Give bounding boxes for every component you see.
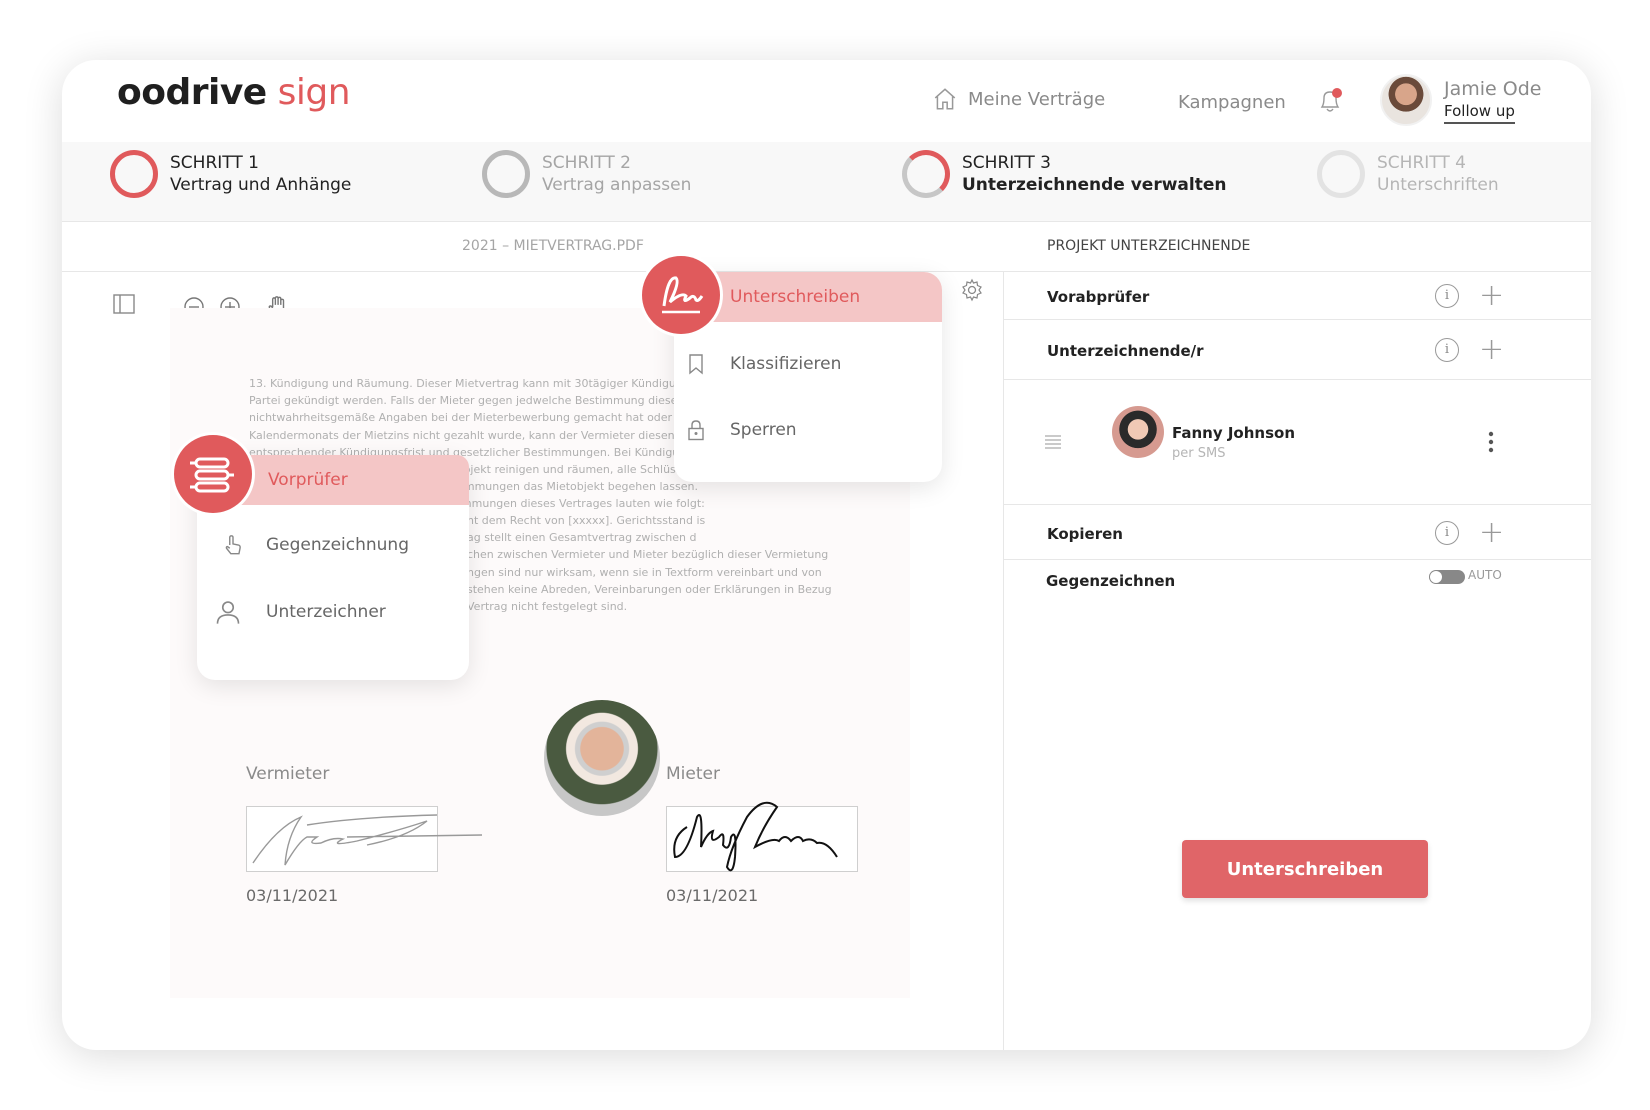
settings-gear-icon[interactable] (960, 278, 984, 302)
follow-up-link[interactable]: Follow up (1444, 102, 1515, 124)
step-3-number: SCHRITT 3 (962, 153, 1051, 173)
copy-section: Kopieren i + (1003, 505, 1591, 560)
logo-product: sign (266, 72, 351, 113)
user-name: Jamie Ode (1444, 78, 1542, 100)
sign-button[interactable]: Unterschreiben (1182, 840, 1428, 898)
reviewer-flow-icon (190, 457, 234, 493)
copy-add-icon[interactable]: + (1479, 518, 1504, 548)
touch-icon (225, 535, 241, 555)
step-2-ring-icon (482, 150, 530, 198)
panel-title: PROJEKT UNTERZEICHNENDE (1047, 238, 1251, 254)
signer-avatar (1112, 406, 1164, 458)
step-3[interactable]: SCHRITT 3 Unterzeichnende verwalten (902, 150, 1227, 198)
step-1-ring-icon (110, 150, 158, 198)
action-menu-item-sign[interactable]: Unterschreiben (702, 272, 942, 322)
document-filename: 2021 – MIETVERTRAG.PDF (462, 238, 644, 254)
action-menu-item-lock-label: Sperren (730, 420, 797, 440)
step-2-number: SCHRITT 2 (542, 153, 631, 173)
document-line: ngen sind nur wirksam, wenn sie in Textf… (467, 565, 822, 579)
countersign-title: Gegenzeichnen (1046, 572, 1176, 590)
document-line: chen zwischen Vermieter und Mieter bezüg… (467, 548, 829, 562)
nav-campaigns-link[interactable]: Kampagnen (1178, 92, 1286, 113)
reviewer-badge (174, 435, 252, 513)
user-avatar[interactable] (1380, 74, 1432, 126)
step-1-number: SCHRITT 1 (170, 153, 259, 173)
landlord-date: 03/11/2021 (246, 886, 339, 905)
tenant-signature-image (673, 801, 838, 872)
role-menu-item-countersign-label: Gegenzeichnung (266, 535, 409, 555)
role-menu-item-countersign[interactable]: Gegenzeichnung (220, 532, 409, 558)
role-menu-item-signer[interactable]: Unterzeichner (214, 598, 386, 626)
step-3-title: Unterzeichnende verwalten (962, 175, 1227, 195)
role-menu-item-reviewer-label: Vorprüfer (268, 470, 348, 490)
signer-row[interactable]: Fanny Johnson per SMS (1003, 380, 1591, 505)
document-line: stehen keine Abreden, Vereinbarungen ode… (467, 582, 832, 596)
action-menu-item-lock[interactable]: Sperren (684, 418, 797, 442)
reviewers-title: Vorabprüfer (1047, 288, 1150, 306)
document-line: Vertrag nicht festgelegt sind. (467, 600, 628, 614)
signature-badge (642, 256, 720, 334)
landlord-label: Vermieter (246, 764, 330, 784)
step-4[interactable]: SCHRITT 4 Unterschriften (1317, 150, 1499, 198)
document-text-right: nt dem Recht von [xxxxx]. Gerichtsstand … (467, 512, 867, 615)
sidebar-toggle-icon[interactable] (112, 292, 136, 316)
step-2[interactable]: SCHRITT 2 Vertrag anpassen (482, 150, 691, 198)
document-line: ag stellt einen Gesamtvertrag zwischen d (467, 531, 697, 545)
action-menu-item-sign-label: Unterschreiben (730, 287, 861, 307)
step-1[interactable]: SCHRITT 1 Vertrag und Anhänge (110, 150, 351, 198)
copy-info-icon[interactable]: i (1435, 521, 1459, 545)
signers-add-icon[interactable]: + (1479, 335, 1504, 365)
signers-info-icon[interactable]: i (1435, 338, 1459, 362)
more-options-icon[interactable] (1487, 430, 1495, 454)
step-1-title: Vertrag und Anhänge (170, 175, 352, 195)
copy-title: Kopieren (1047, 525, 1123, 543)
reviewers-section: Vorabprüfer i + (1003, 272, 1591, 320)
tenant-avatar (544, 700, 660, 816)
logo[interactable]: oodrive sign (117, 72, 351, 113)
auto-countersign-toggle[interactable] (1429, 570, 1465, 584)
steps-bar: SCHRITT 1 Vertrag und Anhänge SCHRITT 2 … (62, 142, 1591, 222)
logo-brand: oodrive (117, 72, 267, 113)
bookmark-icon (689, 354, 703, 375)
step-4-number: SCHRITT 4 (1377, 153, 1466, 173)
app-window: oodrive sign Meine Verträge Kampagnen Ja… (62, 60, 1591, 1050)
home-icon (934, 88, 956, 110)
document-line: nt dem Recht von [xxxxx]. Gerichtsstand … (467, 514, 706, 527)
action-menu-item-classify[interactable]: Klassifizieren (684, 352, 841, 376)
tenant-date: 03/11/2021 (666, 886, 759, 905)
step-3-ring-icon (902, 150, 950, 198)
action-menu-item-classify-label: Klassifizieren (730, 354, 842, 374)
toggle-label: AUTO (1468, 568, 1502, 582)
bell-icon[interactable] (1315, 86, 1345, 116)
subheader: 2021 – MIETVERTRAG.PDF PROJEKT UNTERZEIC… (62, 222, 1591, 272)
tenant-signature-field[interactable] (666, 801, 858, 872)
signers-section: Unterzeichnende/r i + (1003, 320, 1591, 380)
signer-name: Fanny Johnson (1172, 424, 1296, 442)
nav-home-link[interactable]: Meine Verträge (932, 86, 1105, 112)
person-icon (216, 601, 240, 624)
notification-dot (1332, 88, 1342, 98)
step-4-ring-icon (1317, 150, 1365, 198)
drag-handle-icon[interactable] (1043, 432, 1063, 452)
nav-home-label: Meine Verträge (968, 88, 1106, 110)
role-menu-item-reviewer[interactable]: Vorprüfer (232, 455, 469, 505)
step-2-title: Vertrag anpassen (542, 175, 692, 195)
reviewers-info-icon[interactable]: i (1435, 284, 1459, 308)
tenant-label: Mieter (666, 764, 720, 784)
signature-icon (662, 276, 704, 314)
signer-channel: per SMS (1172, 446, 1226, 461)
role-menu-item-signer-label: Unterzeichner (266, 602, 386, 622)
signers-title: Unterzeichnende/r (1047, 342, 1204, 360)
landlord-signature-image (252, 814, 483, 866)
landlord-signature-field[interactable] (246, 806, 483, 872)
lock-icon (688, 420, 704, 441)
step-4-title: Unterschriften (1377, 175, 1499, 195)
reviewers-add-icon[interactable]: + (1479, 281, 1504, 311)
